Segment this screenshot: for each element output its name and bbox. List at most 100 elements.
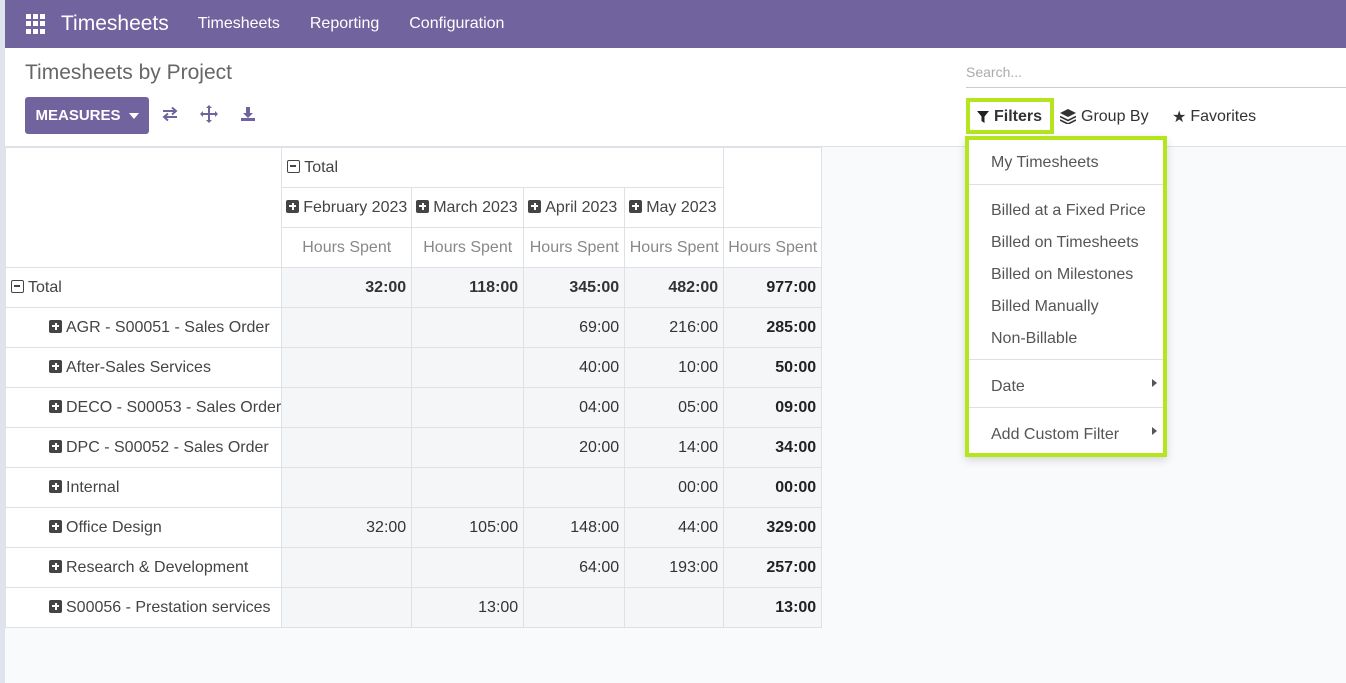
col-header-apr[interactable]: April 2023 [523, 187, 626, 228]
expand-icon [49, 599, 62, 613]
measure-header[interactable]: Hours Spent [723, 227, 823, 268]
measure-header[interactable]: Hours Spent [411, 227, 525, 268]
flip-axis-icon[interactable] [159, 103, 181, 125]
value-cell[interactable] [411, 467, 525, 508]
value-cell[interactable]: 216:00 [624, 307, 725, 348]
row-total-cell[interactable]: 257:00 [723, 547, 823, 588]
value-cell[interactable]: 10:00 [624, 347, 725, 388]
value-cell[interactable]: 20:00 [523, 427, 626, 468]
row-total-header[interactable]: Total [4, 267, 283, 308]
caret-right-icon [1152, 379, 1157, 387]
row-label: Internal [66, 478, 120, 496]
row-label: After-Sales Services [66, 358, 211, 376]
filter-fixed-price[interactable]: Billed at a Fixed Price [991, 202, 1146, 220]
filter-billed-manually[interactable]: Billed Manually [991, 298, 1099, 316]
menu-configuration[interactable]: Configuration [409, 15, 504, 33]
filter-non-billable[interactable]: Non-Billable [991, 330, 1077, 348]
expand-icon [49, 479, 62, 493]
expand-icon [49, 439, 62, 453]
total-cell[interactable]: 32:00 [281, 267, 413, 308]
col-total-label: Total [304, 158, 338, 176]
row-header[interactable]: After-Sales Services [4, 347, 283, 388]
menu-reporting[interactable]: Reporting [310, 15, 379, 33]
row-header[interactable]: DPC - S00052 - Sales Order [4, 427, 283, 468]
row-header[interactable]: Office Design [4, 507, 283, 548]
value-cell[interactable] [281, 347, 413, 388]
col-total-header[interactable]: Total [281, 147, 725, 188]
measure-header[interactable]: Hours Spent [281, 227, 413, 268]
value-cell[interactable]: 05:00 [624, 387, 725, 428]
favorites-toggle[interactable]: ★ Favorites [1172, 100, 1256, 133]
row-header[interactable]: DECO - S00053 - Sales Order [4, 387, 283, 428]
search-input[interactable]: Search... [966, 62, 1346, 88]
value-cell[interactable] [281, 307, 413, 348]
filter-billed-timesheets[interactable]: Billed on Timesheets [991, 234, 1139, 252]
row-header[interactable]: AGR - S00051 - Sales Order [4, 307, 283, 348]
total-cell[interactable]: 118:00 [411, 267, 525, 308]
groupby-toggle[interactable]: Group By [1060, 100, 1149, 133]
row-label: DECO - S00053 - Sales Order [66, 398, 282, 416]
value-cell[interactable]: 32:00 [281, 507, 413, 548]
value-cell[interactable]: 04:00 [523, 387, 626, 428]
value-cell[interactable]: 13:00 [411, 587, 525, 628]
value-cell[interactable]: 40:00 [523, 347, 626, 388]
caret-right-icon [1152, 427, 1157, 435]
measure-header[interactable]: Hours Spent [624, 227, 725, 268]
grand-total-cell[interactable]: 977:00 [723, 267, 823, 308]
row-header[interactable]: Internal [4, 467, 283, 508]
total-cell[interactable]: 345:00 [523, 267, 626, 308]
value-cell[interactable]: 105:00 [411, 507, 525, 548]
row-total-cell[interactable]: 285:00 [723, 307, 823, 348]
col-header-mar[interactable]: March 2023 [411, 187, 525, 228]
value-cell[interactable] [523, 587, 626, 628]
value-cell[interactable] [411, 427, 525, 468]
value-cell[interactable] [281, 467, 413, 508]
value-cell[interactable] [411, 387, 525, 428]
value-cell[interactable] [281, 427, 413, 468]
value-cell[interactable]: 00:00 [624, 467, 725, 508]
value-cell[interactable] [624, 587, 725, 628]
value-cell[interactable]: 193:00 [624, 547, 725, 588]
row-label: AGR - S00051 - Sales Order [66, 318, 270, 336]
value-cell[interactable] [411, 547, 525, 588]
value-cell[interactable]: 64:00 [523, 547, 626, 588]
value-cell[interactable]: 14:00 [624, 427, 725, 468]
value-cell[interactable] [523, 467, 626, 508]
app-brand[interactable]: Timesheets [61, 12, 169, 36]
pivot-corner [4, 147, 283, 268]
row-total-cell[interactable]: 34:00 [723, 427, 823, 468]
row-label: Office Design [66, 518, 162, 536]
row-total-cell[interactable]: 00:00 [723, 467, 823, 508]
apps-grid-icon[interactable] [26, 14, 46, 34]
filter-billed-milestones[interactable]: Billed on Milestones [991, 266, 1133, 284]
groupby-label: Group By [1081, 107, 1149, 125]
collapse-icon [11, 279, 24, 293]
filter-date[interactable]: Date [991, 378, 1025, 396]
row-total-cell[interactable]: 50:00 [723, 347, 823, 388]
measure-header[interactable]: Hours Spent [523, 227, 626, 268]
value-cell[interactable] [281, 547, 413, 588]
value-cell[interactable] [411, 307, 525, 348]
value-cell[interactable] [281, 587, 413, 628]
value-cell[interactable]: 148:00 [523, 507, 626, 548]
filter-my-timesheets[interactable]: My Timesheets [991, 154, 1099, 172]
total-cell[interactable]: 482:00 [624, 267, 725, 308]
value-cell[interactable]: 69:00 [523, 307, 626, 348]
col-header-feb[interactable]: February 2023 [281, 187, 413, 228]
value-cell[interactable] [411, 347, 525, 388]
col-header-may[interactable]: May 2023 [624, 187, 725, 228]
row-header[interactable]: S00056 - Prestation services [4, 587, 283, 628]
menu-timesheets[interactable]: Timesheets [198, 15, 280, 33]
value-cell[interactable]: 44:00 [624, 507, 725, 548]
dropdown-divider [969, 184, 1163, 185]
row-total-cell[interactable]: 09:00 [723, 387, 823, 428]
row-total-cell[interactable]: 13:00 [723, 587, 823, 628]
value-cell[interactable] [281, 387, 413, 428]
add-custom-filter[interactable]: Add Custom Filter [991, 426, 1119, 444]
row-total-cell[interactable]: 329:00 [723, 507, 823, 548]
download-icon[interactable] [237, 103, 259, 125]
row-header[interactable]: Research & Development [4, 547, 283, 588]
expand-all-icon[interactable] [198, 103, 220, 125]
measures-button[interactable]: MEASURES [25, 97, 149, 134]
control-panel: Timesheets by Project MEASURES Search...… [5, 48, 1346, 147]
